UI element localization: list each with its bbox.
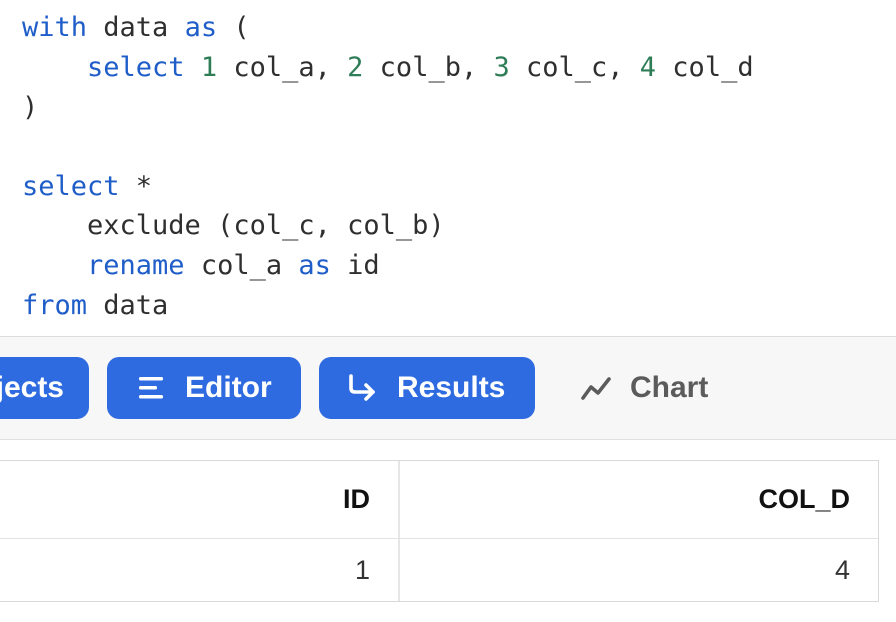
chart-button[interactable]: Chart xyxy=(572,357,732,419)
code-text: col_a, xyxy=(217,52,348,83)
trend-line-icon xyxy=(580,373,612,403)
keyword: with xyxy=(22,12,88,43)
keyword: as xyxy=(184,12,218,43)
code-text: col_b, xyxy=(363,52,494,83)
results-button[interactable]: Results xyxy=(319,357,535,419)
keyword: select xyxy=(22,171,120,202)
sql-editor[interactable]: with data as ( select 1 col_a, 2 col_b, … xyxy=(0,0,896,337)
chart-label: Chart xyxy=(630,371,709,404)
grid-header-row: ID COL_D xyxy=(0,461,878,539)
code-text: exclude (col_c, col_b) xyxy=(22,210,445,241)
code-text: col_d xyxy=(656,52,754,83)
code-text: id xyxy=(330,250,380,281)
code-line-5: select * xyxy=(22,167,152,207)
code-line-2: select 1 col_a, 2 col_b, 3 col_c, 4 col_… xyxy=(22,48,754,88)
column-header-id[interactable]: ID xyxy=(0,461,400,538)
number-literal: 1 xyxy=(200,52,218,83)
editor-button[interactable]: Editor xyxy=(107,357,301,419)
code-text: * xyxy=(119,171,153,202)
code-text: data xyxy=(87,290,169,321)
keyword: rename xyxy=(87,250,185,281)
lines-icon xyxy=(137,373,167,403)
code-line-7: rename col_a as id xyxy=(22,246,380,286)
panel-toolbar: Objects Editor Results Chart xyxy=(0,337,896,440)
keyword: select xyxy=(87,52,185,83)
column-header-col-d[interactable]: COL_D xyxy=(400,461,878,538)
number-literal: 4 xyxy=(639,52,657,83)
keyword: as xyxy=(298,250,331,281)
table-cell[interactable]: 1 xyxy=(0,539,400,601)
objects-label: Objects xyxy=(0,371,64,404)
code-line-1: with data as ( xyxy=(22,8,250,48)
number-literal: 2 xyxy=(347,52,364,83)
code-text: ( xyxy=(217,12,250,43)
objects-button[interactable]: Objects xyxy=(0,357,89,419)
code-text: col_c, xyxy=(509,52,640,83)
code-line-6: exclude (col_c, col_b) xyxy=(22,206,445,246)
results-label: Results xyxy=(397,371,506,404)
code-text: ) xyxy=(22,92,39,123)
code-line-3: ) xyxy=(22,88,38,128)
editor-label: Editor xyxy=(185,371,272,404)
results-grid: ID COL_D 1 4 xyxy=(0,460,879,602)
code-text: data xyxy=(87,12,185,43)
code-line-8: from data xyxy=(22,286,168,326)
table-cell[interactable]: 4 xyxy=(400,539,878,601)
table-row: 1 4 xyxy=(0,539,878,601)
number-literal: 3 xyxy=(493,52,510,83)
return-arrow-icon xyxy=(345,373,379,403)
keyword: from xyxy=(22,290,88,321)
code-text: col_a xyxy=(184,250,299,281)
